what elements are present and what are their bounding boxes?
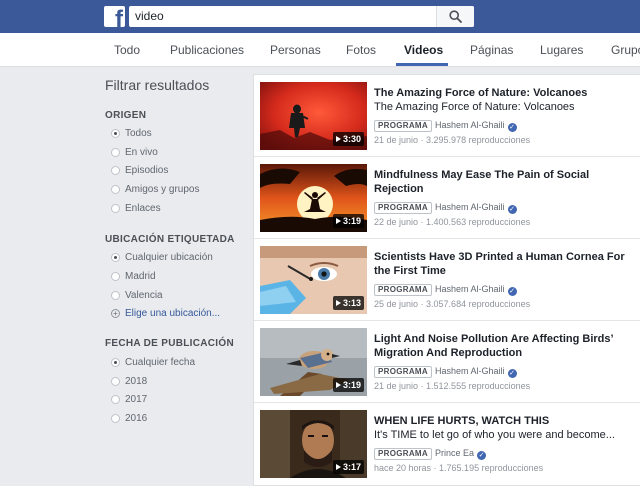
filter-option-label: Cualquier ubicación [125, 252, 213, 263]
video-thumbnail[interactable]: 3:19 [260, 164, 367, 232]
video-author[interactable]: Hashem Al-Ghaili [435, 284, 505, 294]
video-thumbnail[interactable]: 3:19 [260, 328, 367, 396]
tab-publicaciones[interactable]: Publicaciones [170, 43, 244, 57]
video-author[interactable]: Hashem Al-Ghaili [435, 366, 505, 376]
search-tab-bar: Todo Publicaciones Personas Fotos Videos… [0, 33, 640, 67]
play-icon [335, 300, 341, 306]
video-stats: hace 20 horas · 1.765.195 reproducciones [374, 463, 544, 473]
video-title[interactable]: The Amazing Force of Nature: Volcanoes [374, 86, 636, 100]
verified-check-icon: ✓ [507, 123, 517, 132]
filter-option-label: Madrid [125, 271, 156, 282]
video-title[interactable]: WHEN LIFE HURTS, WATCH THIS [374, 414, 636, 428]
filter-option-label: 2017 [125, 394, 148, 405]
video-result[interactable]: 3:30 The Amazing Force of Nature: Volcan… [254, 75, 640, 157]
verified-check-icon: ✓ [507, 205, 517, 214]
program-badge: PROGRAMA [374, 120, 432, 132]
video-stats: 21 de junio · 3.295.978 reproducciones [374, 135, 531, 145]
filter-option-label: Episodios [125, 165, 169, 176]
filter-option-label: Todos [125, 128, 152, 139]
choose-location-label[interactable]: Elige una ubicación... [125, 308, 220, 320]
video-result[interactable]: 3:19 Mindfulness May Ease The Pain of So… [254, 157, 640, 239]
filter-option-label: En vivo [125, 147, 158, 158]
radio-icon[interactable] [111, 414, 120, 423]
search-box[interactable]: video [129, 6, 474, 27]
program-badge: PROGRAMA [374, 448, 432, 460]
radio-icon[interactable] [111, 148, 120, 157]
tab-paginas[interactable]: Páginas [470, 43, 513, 57]
filter-option-label: 2016 [125, 413, 148, 424]
filter-option-label: Enlaces [125, 203, 161, 214]
radio-icon[interactable] [111, 395, 120, 404]
tab-lugares[interactable]: Lugares [540, 43, 583, 57]
radio-icon[interactable] [111, 204, 120, 213]
video-author[interactable]: Hashem Al-Ghaili [435, 202, 505, 212]
plus-icon: + [111, 309, 120, 318]
tab-personas[interactable]: Personas [270, 43, 321, 57]
video-meta: PROGRAMA Hashem Al-Ghaili ✓ [374, 202, 517, 214]
video-results-list: 3:30 The Amazing Force of Nature: Volcan… [253, 74, 640, 486]
filter-option-label: Valencia [125, 290, 163, 301]
video-thumbnail[interactable]: 3:17 [260, 410, 367, 478]
verified-check-icon: ✓ [507, 369, 517, 378]
video-duration-badge: 3:19 [332, 214, 364, 228]
radio-icon[interactable] [111, 377, 120, 386]
verified-check-icon: ✓ [477, 451, 486, 460]
tab-fotos[interactable]: Fotos [346, 43, 376, 57]
radio-icon[interactable] [111, 166, 120, 175]
video-meta: PROGRAMA Prince Ea ✓ [374, 448, 486, 460]
video-title[interactable]: Light And Noise Pollution Are Affecting … [374, 332, 636, 360]
radio-selected-icon[interactable] [111, 253, 120, 262]
video-stats: 21 de junio · 1.512.555 reproducciones [374, 381, 531, 391]
video-result[interactable]: 3:17 WHEN LIFE HURTS, WATCH THIS It's TI… [254, 403, 640, 485]
video-stats: 25 de junio · 3.057.684 reproducciones [374, 299, 531, 309]
radio-icon[interactable] [111, 272, 120, 281]
filter-title: Filtrar resultados [105, 77, 210, 93]
video-meta: PROGRAMA Hashem Al-Ghaili ✓ [374, 284, 517, 296]
radio-selected-icon[interactable] [111, 129, 120, 138]
video-author[interactable]: Hashem Al-Ghaili [435, 120, 505, 130]
search-button[interactable] [436, 6, 474, 27]
search-input[interactable]: video [135, 9, 164, 23]
video-description: It's TIME to let go of who you were and … [374, 429, 615, 441]
section-origen-title: ORIGEN [105, 110, 147, 121]
video-result[interactable]: 3:13 Scientists Have 3D Printed a Human … [254, 239, 640, 321]
search-icon [449, 10, 462, 23]
radio-icon[interactable] [111, 185, 120, 194]
verified-check-icon: ✓ [507, 287, 517, 296]
tab-videos[interactable]: Videos [404, 43, 443, 57]
program-badge: PROGRAMA [374, 284, 432, 296]
filter-option-label: 2018 [125, 376, 148, 387]
filter-option-label: Amigos y grupos [125, 184, 200, 195]
video-meta: PROGRAMA Hashem Al-Ghaili ✓ [374, 120, 517, 132]
video-result[interactable]: 3:19 Light And Noise Pollution Are Affec… [254, 321, 640, 403]
filter-option-label: Cualquier fecha [125, 357, 196, 368]
video-title[interactable]: Mindfulness May Ease The Pain of Social … [374, 168, 636, 196]
program-badge: PROGRAMA [374, 366, 432, 378]
radio-icon[interactable] [111, 291, 120, 300]
video-description: The Amazing Force of Nature: Volcanoes [374, 101, 575, 113]
video-duration-badge: 3:13 [332, 296, 364, 310]
program-badge: PROGRAMA [374, 202, 432, 214]
play-icon [335, 136, 341, 142]
video-duration-badge: 3:19 [332, 378, 364, 392]
active-tab-indicator [396, 63, 448, 66]
video-title[interactable]: Scientists Have 3D Printed a Human Corne… [374, 250, 636, 278]
video-thumbnail[interactable]: 3:30 [260, 82, 367, 150]
video-duration-badge: 3:30 [332, 132, 364, 146]
play-icon [335, 218, 341, 224]
video-duration-badge: 3:17 [332, 460, 364, 474]
play-icon [335, 382, 341, 388]
video-stats: 22 de junio · 1.400.563 reproducciones [374, 217, 531, 227]
radio-selected-icon[interactable] [111, 358, 120, 367]
section-fecha-title: FECHA DE PUBLICACIÓN [105, 338, 234, 349]
video-thumbnail[interactable]: 3:13 [260, 246, 367, 314]
video-meta: PROGRAMA Hashem Al-Ghaili ✓ [374, 366, 517, 378]
tab-todo[interactable]: Todo [114, 43, 140, 57]
play-icon [335, 464, 341, 470]
top-bar: f video [0, 0, 640, 33]
video-author[interactable]: Prince Ea [435, 448, 474, 458]
tab-grupos[interactable]: Grupos [611, 43, 640, 57]
section-ubicacion-title: UBICACIÓN ETIQUETADA [105, 234, 235, 245]
facebook-logo-icon[interactable]: f [104, 6, 125, 27]
